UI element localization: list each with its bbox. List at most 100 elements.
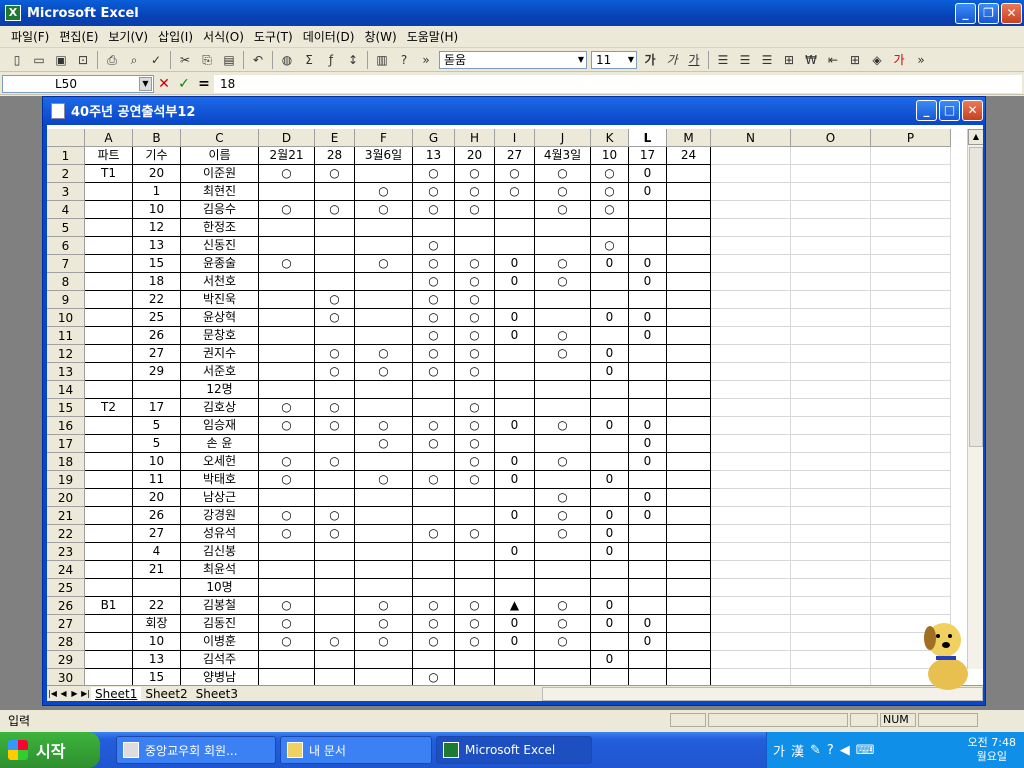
grid-cell[interactable] <box>355 291 413 309</box>
column-header[interactable]: L <box>629 129 667 147</box>
grid-cell[interactable] <box>711 453 791 471</box>
grid-cell[interactable] <box>629 597 667 615</box>
grid-cell[interactable]: 24 <box>667 147 711 165</box>
grid-cell[interactable]: ○ <box>355 345 413 363</box>
grid-cell[interactable] <box>413 489 455 507</box>
grid-cell[interactable]: ○ <box>455 309 495 327</box>
grid-cell[interactable]: ○ <box>355 417 413 435</box>
grid-cell[interactable] <box>591 219 629 237</box>
grid-cell[interactable]: ○ <box>413 597 455 615</box>
grid-cell[interactable] <box>85 237 133 255</box>
horizontal-scrollbar[interactable] <box>541 686 983 701</box>
grid-cell[interactable]: 27 <box>133 345 181 363</box>
grid-cell[interactable]: 회장 <box>133 615 181 633</box>
font-color-icon[interactable]: 가 <box>889 50 909 70</box>
grid-cell[interactable] <box>455 219 495 237</box>
column-header[interactable]: F <box>355 129 413 147</box>
restore-button[interactable]: ❐ <box>978 2 999 24</box>
grid-cell[interactable]: 0 <box>591 309 629 327</box>
tray-expand-icon[interactable]: ◀ <box>840 743 850 758</box>
grid-cell[interactable] <box>791 381 871 399</box>
grid-cell[interactable]: ○ <box>413 327 455 345</box>
grid-cell[interactable] <box>259 327 315 345</box>
grid-cell[interactable] <box>871 309 951 327</box>
row-header[interactable]: 10 <box>47 309 85 327</box>
grid-cell[interactable] <box>355 507 413 525</box>
fill-color-icon[interactable]: ◈ <box>867 50 887 70</box>
save-icon[interactable]: ▣ <box>51 50 71 70</box>
grid-cell[interactable] <box>629 201 667 219</box>
grid-cell[interactable] <box>85 561 133 579</box>
grid-cell[interactable] <box>667 381 711 399</box>
enter-icon[interactable]: ✓ <box>174 76 194 92</box>
grid-cell[interactable] <box>711 201 791 219</box>
grid-cell[interactable] <box>791 561 871 579</box>
row-header[interactable]: 16 <box>47 417 85 435</box>
grid-cell[interactable] <box>667 615 711 633</box>
open-icon[interactable]: ▭ <box>29 50 49 70</box>
grid-cell[interactable] <box>791 201 871 219</box>
grid-cell[interactable] <box>315 219 355 237</box>
row-header[interactable]: 9 <box>47 291 85 309</box>
grid-cell[interactable]: 0 <box>591 255 629 273</box>
grid-cell[interactable]: ○ <box>259 597 315 615</box>
grid-cell[interactable]: 13 <box>413 147 455 165</box>
row-header[interactable]: 20 <box>47 489 85 507</box>
grid-cell[interactable] <box>871 579 951 597</box>
row-header[interactable]: 14 <box>47 381 85 399</box>
grid-cell[interactable] <box>711 417 791 435</box>
grid-cell[interactable] <box>667 291 711 309</box>
copy-icon[interactable]: ⎘ <box>197 50 217 70</box>
grid-cell[interactable] <box>667 201 711 219</box>
menu-window[interactable]: 창(W) <box>359 28 401 45</box>
grid-cell[interactable] <box>85 291 133 309</box>
grid-cell[interactable] <box>495 291 535 309</box>
grid-cell[interactable]: 0 <box>591 543 629 561</box>
grid-cell[interactable]: 최현진 <box>181 183 259 201</box>
grid-cell[interactable]: ○ <box>455 273 495 291</box>
print-icon[interactable]: ⎙ <box>102 50 122 70</box>
grid-cell[interactable]: 1 <box>133 183 181 201</box>
first-sheet-icon[interactable]: |◀ <box>47 689 58 698</box>
column-header[interactable]: D <box>259 129 315 147</box>
row-header[interactable]: 18 <box>47 453 85 471</box>
grid-cell[interactable] <box>259 381 315 399</box>
grid-cell[interactable] <box>85 309 133 327</box>
grid-cell[interactable] <box>871 327 951 345</box>
grid-cell[interactable] <box>495 345 535 363</box>
underline-button[interactable]: 가 <box>684 50 704 70</box>
grid-cell[interactable] <box>871 453 951 471</box>
ime-help-icon[interactable]: ? <box>827 743 834 758</box>
paste-icon[interactable]: ▤ <box>219 50 239 70</box>
grid-cell[interactable] <box>495 435 535 453</box>
grid-cell[interactable] <box>871 507 951 525</box>
grid-cell[interactable] <box>711 273 791 291</box>
grid-cell[interactable]: 기수 <box>133 147 181 165</box>
permission-icon[interactable]: ⊡ <box>73 50 93 70</box>
grid-cell[interactable] <box>711 237 791 255</box>
grid-cell[interactable]: 이준원 <box>181 165 259 183</box>
grid-cell[interactable] <box>591 633 629 651</box>
grid-cell[interactable]: ○ <box>259 453 315 471</box>
grid-cell[interactable]: 2월21 <box>259 147 315 165</box>
grid-cell[interactable]: 0 <box>629 507 667 525</box>
grid-cell[interactable]: 한정조 <box>181 219 259 237</box>
grid-cell[interactable] <box>355 579 413 597</box>
grid-cell[interactable] <box>711 255 791 273</box>
grid-cell[interactable]: ○ <box>413 255 455 273</box>
grid-cell[interactable]: 0 <box>495 615 535 633</box>
grid-cell[interactable] <box>591 291 629 309</box>
grid-cell[interactable]: ○ <box>355 471 413 489</box>
grid-cell[interactable]: 22 <box>133 597 181 615</box>
grid-cell[interactable]: ○ <box>259 255 315 273</box>
grid-cell[interactable] <box>791 255 871 273</box>
grid-cell[interactable] <box>455 561 495 579</box>
grid-cell[interactable]: 4 <box>133 543 181 561</box>
grid-cell[interactable]: ○ <box>355 183 413 201</box>
grid-cell[interactable]: ○ <box>495 183 535 201</box>
grid-cell[interactable]: ○ <box>315 291 355 309</box>
grid-cell[interactable] <box>85 507 133 525</box>
grid-cell[interactable] <box>791 435 871 453</box>
grid-cell[interactable] <box>667 255 711 273</box>
grid-cell[interactable] <box>85 255 133 273</box>
